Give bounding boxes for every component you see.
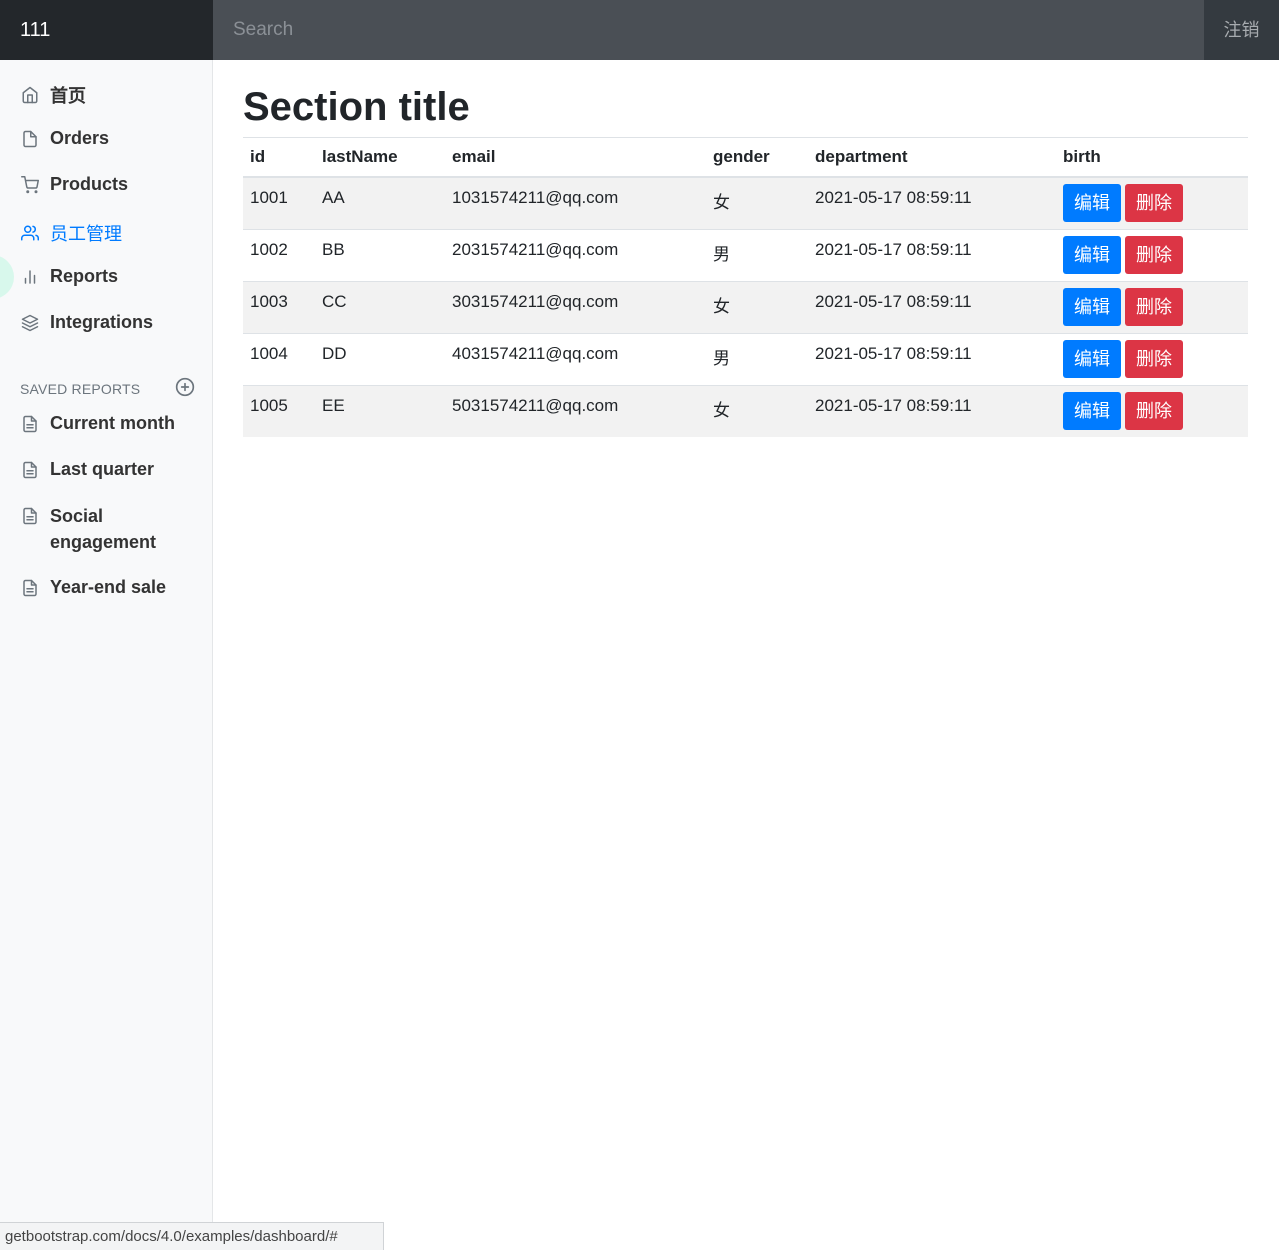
column-header-id: id [243, 138, 315, 178]
sidebar-item-year-end-sale[interactable]: Year-end sale [20, 577, 200, 598]
edit-button[interactable]: 编辑 [1063, 184, 1121, 222]
brand-link[interactable]: 111 [0, 0, 213, 60]
file-text-icon [20, 460, 40, 480]
cell-department: 2021-05-17 08:59:11 [808, 332, 1056, 385]
sidebar-item-label: Products [50, 174, 129, 194]
cell-lastname: CC [315, 280, 445, 333]
cell-email: 4031574211@qq.com [445, 332, 706, 385]
cell-actions: 编辑 删除 [1056, 332, 1248, 385]
table-row: 1005 EE 5031574211@qq.com 女 2021-05-17 0… [243, 384, 1248, 437]
file-text-icon [20, 506, 40, 526]
column-header-gender: gender [706, 138, 808, 178]
delete-button[interactable]: 删除 [1125, 184, 1183, 222]
cell-department: 2021-05-17 08:59:11 [808, 228, 1056, 281]
delete-button[interactable]: 删除 [1125, 287, 1183, 326]
status-bar-url: getbootstrap.com/docs/4.0/examples/dashb… [0, 1222, 384, 1250]
cell-gender: 女 [706, 384, 808, 437]
sidebar-item-reports[interactable]: Reports [20, 266, 200, 287]
cell-gender: 女 [706, 280, 808, 333]
delete-button[interactable]: 删除 [1125, 235, 1183, 274]
cell-lastname: EE [315, 384, 445, 437]
edit-button[interactable]: 编辑 [1063, 391, 1121, 430]
sidebar-item-orders[interactable]: Orders [20, 128, 200, 149]
edit-button[interactable]: 编辑 [1063, 235, 1121, 274]
sidebar-item-employees[interactable]: 员工管理 [20, 220, 200, 246]
cell-email: 1031574211@qq.com [445, 176, 706, 229]
sidebar-item-label: Current month [50, 413, 175, 433]
cell-lastname: AA [315, 176, 445, 229]
cell-lastname: BB [315, 228, 445, 281]
shopping-cart-icon [20, 175, 40, 195]
sidebar: 首页 Orders Products 员工管理 Reports Integrat… [0, 60, 213, 1250]
top-navbar: 111 注销 [0, 0, 1279, 60]
column-header-birth: birth [1056, 138, 1248, 178]
cell-id: 1003 [243, 280, 315, 333]
sidebar-item-label: Social engagement [50, 506, 157, 552]
file-icon [20, 129, 40, 149]
edit-button[interactable]: 编辑 [1063, 339, 1121, 378]
layers-icon [20, 313, 40, 333]
cell-actions: 编辑 删除 [1056, 280, 1248, 333]
saved-reports-heading: SAVED REPORTS [20, 377, 195, 400]
cell-id: 1001 [243, 176, 315, 229]
table-row: 1004 DD 4031574211@qq.com 男 2021-05-17 0… [243, 332, 1248, 385]
cell-department: 2021-05-17 08:59:11 [808, 176, 1056, 229]
users-icon [20, 223, 40, 243]
cell-email: 5031574211@qq.com [445, 384, 706, 437]
sidebar-item-current-month[interactable]: Current month [20, 413, 200, 434]
edit-button[interactable]: 编辑 [1063, 287, 1121, 326]
cell-department: 2021-05-17 08:59:11 [808, 280, 1056, 333]
sidebar-item-products[interactable]: Products [20, 174, 200, 195]
page-title: Section title [243, 84, 1248, 138]
sidebar-item-social-engagement[interactable]: Social engagement [20, 503, 156, 555]
sidebar-item-label: Orders [50, 128, 110, 148]
cell-id: 1002 [243, 228, 315, 281]
sidebar-item-label: Integrations [50, 312, 154, 332]
logout-link[interactable]: 注销 [1204, 0, 1279, 60]
column-header-email: email [445, 138, 706, 178]
delete-button[interactable]: 删除 [1125, 391, 1183, 430]
cell-gender: 女 [706, 176, 808, 229]
sidebar-item-label: 首页 [50, 86, 86, 106]
cell-lastname: DD [315, 332, 445, 385]
plus-circle-icon[interactable] [175, 377, 195, 400]
main-content: Section title id lastName email gender d… [243, 60, 1248, 437]
employee-table: id lastName email gender department birt… [243, 138, 1248, 437]
saved-reports-heading-label: SAVED REPORTS [20, 380, 141, 397]
cell-actions: 编辑 删除 [1056, 228, 1248, 281]
cell-actions: 编辑 删除 [1056, 384, 1248, 437]
sidebar-item-label: Reports [50, 266, 119, 286]
table-row: 1003 CC 3031574211@qq.com 女 2021-05-17 0… [243, 280, 1248, 333]
cell-id: 1004 [243, 332, 315, 385]
cell-actions: 编辑 删除 [1056, 176, 1248, 229]
table-row: 1001 AA 1031574211@qq.com 女 2021-05-17 0… [243, 176, 1248, 229]
sidebar-item-label: Last quarter [50, 459, 155, 479]
home-icon [20, 85, 40, 105]
search-input[interactable] [213, 0, 1204, 60]
cell-id: 1005 [243, 384, 315, 437]
column-header-lastname: lastName [315, 138, 445, 178]
table-row: 1002 BB 2031574211@qq.com 男 2021-05-17 0… [243, 228, 1248, 281]
sidebar-item-home[interactable]: 首页 [20, 82, 200, 108]
file-text-icon [20, 414, 40, 434]
column-header-department: department [808, 138, 1056, 178]
delete-button[interactable]: 删除 [1125, 339, 1183, 378]
cell-gender: 男 [706, 332, 808, 385]
sidebar-item-label: 员工管理 [50, 224, 122, 244]
file-text-icon [20, 578, 40, 598]
bar-chart-icon [20, 267, 40, 287]
cell-department: 2021-05-17 08:59:11 [808, 384, 1056, 437]
cell-email: 3031574211@qq.com [445, 280, 706, 333]
sidebar-item-last-quarter[interactable]: Last quarter [20, 459, 200, 480]
table-header-row: id lastName email gender department birt… [243, 138, 1248, 178]
sidebar-item-integrations[interactable]: Integrations [20, 312, 200, 333]
cell-gender: 男 [706, 228, 808, 281]
cell-email: 2031574211@qq.com [445, 228, 706, 281]
sidebar-item-label: Year-end sale [50, 577, 167, 597]
cursor-highlight [0, 255, 14, 299]
